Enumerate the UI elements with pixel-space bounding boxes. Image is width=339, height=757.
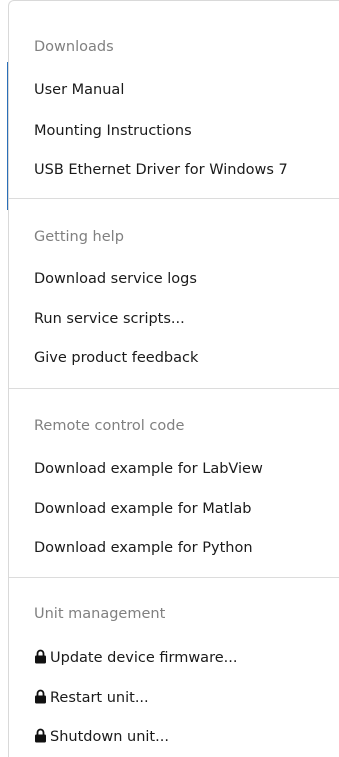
menu-item-update-device-firmware[interactable]: Update device firmware... — [34, 646, 237, 670]
menu-item-download-example-labview[interactable]: Download example for LabView — [34, 457, 263, 481]
lock-icon — [35, 649, 46, 664]
menu-item-label: Run service scripts... — [34, 311, 185, 327]
menu-item-download-example-python[interactable]: Download example for Python — [34, 536, 253, 560]
menu-item-label: Mounting Instructions — [34, 123, 192, 139]
dropdown-menu: Downloads User Manual Mounting Instructi… — [8, 0, 339, 757]
menu-item-label: Download service logs — [34, 271, 197, 287]
section-heading-remote-control-code: Remote control code — [34, 418, 185, 434]
section-divider — [9, 198, 339, 199]
section-heading-unit-management: Unit management — [34, 606, 166, 622]
menu-item-label: USB Ethernet Driver for Windows 7 — [34, 162, 288, 178]
section-divider — [9, 577, 339, 578]
lock-icon — [35, 728, 46, 743]
section-heading-getting-help: Getting help — [34, 229, 124, 245]
menu-item-label: Download example for Python — [34, 540, 253, 556]
menu-item-label: User Manual — [34, 82, 125, 98]
menu-item-give-product-feedback[interactable]: Give product feedback — [34, 346, 198, 370]
menu-item-restart-unit[interactable]: Restart unit... — [34, 686, 149, 710]
menu-item-label: Restart unit... — [50, 690, 149, 706]
menu-item-mounting-instructions[interactable]: Mounting Instructions — [34, 119, 192, 143]
menu-item-label: Download example for LabView — [34, 461, 263, 477]
menu-item-download-service-logs[interactable]: Download service logs — [34, 267, 197, 291]
menu-item-download-example-matlab[interactable]: Download example for Matlab — [34, 497, 251, 521]
menu-item-run-service-scripts[interactable]: Run service scripts... — [34, 307, 185, 331]
menu-item-label: Update device firmware... — [50, 650, 238, 666]
section-divider — [9, 388, 339, 389]
menu-item-shutdown-unit[interactable]: Shutdown unit... — [34, 725, 169, 749]
menu-item-label: Shutdown unit... — [50, 729, 169, 745]
menu-item-usb-ethernet-driver[interactable]: USB Ethernet Driver for Windows 7 — [34, 158, 288, 182]
lock-icon — [35, 689, 46, 704]
menu-item-label: Download example for Matlab — [34, 501, 252, 517]
menu-item-label: Give product feedback — [34, 350, 199, 366]
menu-item-user-manual[interactable]: User Manual — [34, 78, 124, 102]
page: Downloads User Manual Mounting Instructi… — [0, 0, 339, 757]
section-heading-downloads: Downloads — [34, 39, 114, 55]
